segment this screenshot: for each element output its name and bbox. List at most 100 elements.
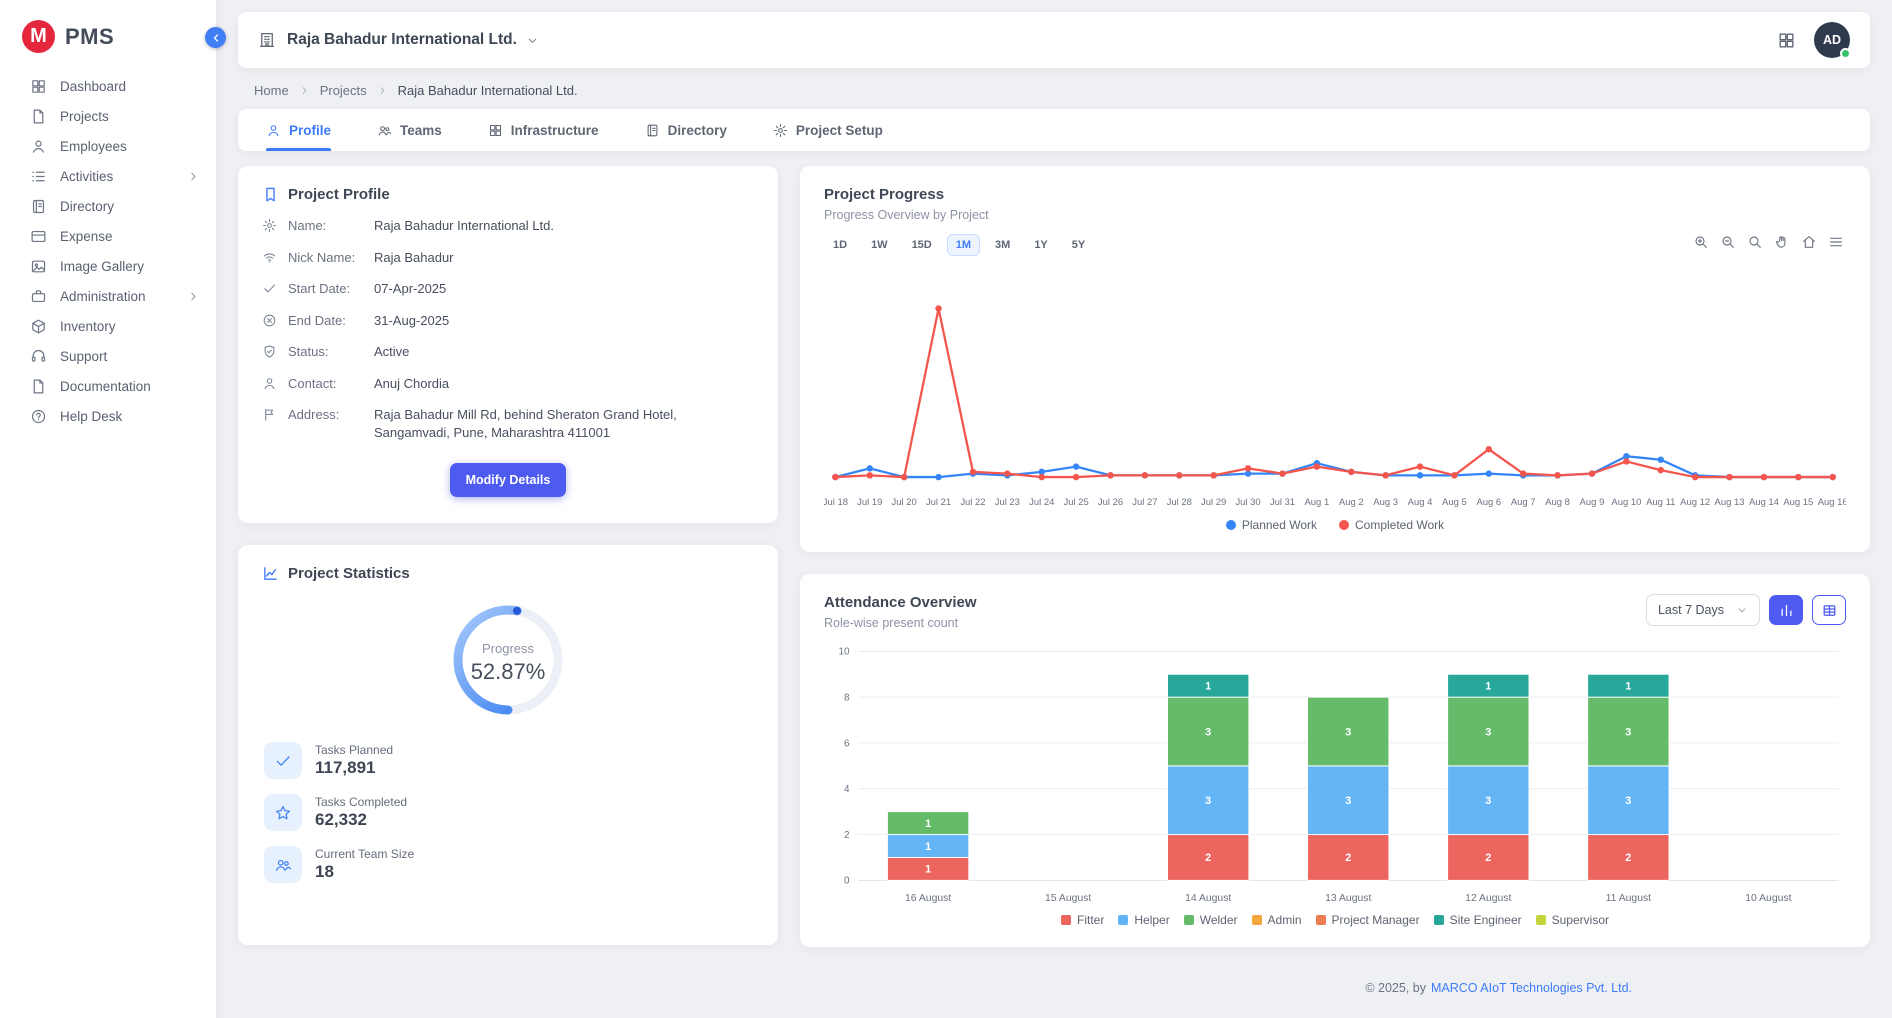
sidebar-item-support[interactable]: Support bbox=[0, 341, 216, 371]
home-icon[interactable] bbox=[1801, 234, 1817, 250]
sidebar-item-projects[interactable]: Projects bbox=[0, 101, 216, 131]
svg-text:Aug 9: Aug 9 bbox=[1580, 497, 1605, 508]
breadcrumb: Home Projects Raja Bahadur International… bbox=[254, 83, 1870, 98]
field-label: Contact: bbox=[288, 375, 374, 393]
project-setup-tab-icon bbox=[773, 123, 788, 138]
online-status-dot bbox=[1840, 48, 1851, 59]
sidebar-collapse-button[interactable] bbox=[205, 27, 226, 48]
svg-text:Aug 10: Aug 10 bbox=[1611, 497, 1641, 508]
sidebar-item-label: Expense bbox=[60, 229, 200, 244]
building-icon bbox=[258, 31, 276, 49]
svg-text:2: 2 bbox=[844, 830, 850, 841]
svg-text:Aug 11: Aug 11 bbox=[1646, 497, 1675, 508]
administration-icon bbox=[30, 288, 47, 305]
svg-text:16 August: 16 August bbox=[905, 894, 951, 905]
legend-item[interactable]: Project Manager bbox=[1316, 913, 1420, 927]
app-grid-icon[interactable] bbox=[1777, 31, 1796, 50]
tab-infrastructure[interactable]: Infrastructure bbox=[488, 109, 599, 151]
zoom-out-icon[interactable] bbox=[1720, 234, 1736, 250]
legend-item[interactable]: Welder bbox=[1184, 913, 1238, 927]
table-view-toggle[interactable] bbox=[1812, 595, 1846, 625]
footer-company-link[interactable]: MARCO AIoT Technologies Pvt. Ltd. bbox=[1431, 981, 1632, 995]
attendance-chart[interactable]: 024681011116 August15 August233114 Augus… bbox=[824, 640, 1846, 909]
gear-icon bbox=[262, 218, 277, 233]
svg-text:1: 1 bbox=[925, 818, 931, 830]
stat-label: Current Team Size bbox=[315, 847, 414, 861]
tab-teams[interactable]: Teams bbox=[377, 109, 442, 151]
range-1y[interactable]: 1Y bbox=[1025, 234, 1056, 256]
sidebar-item-administration[interactable]: Administration bbox=[0, 281, 216, 311]
sidebar-item-image-gallery[interactable]: Image Gallery bbox=[0, 251, 216, 281]
menu-icon[interactable] bbox=[1828, 234, 1844, 250]
field-value: 31-Aug-2025 bbox=[374, 312, 754, 330]
sidebar-nav: Dashboard Projects Employees Activities … bbox=[0, 71, 216, 431]
bar-view-toggle[interactable] bbox=[1769, 595, 1803, 625]
tab-project-setup[interactable]: Project Setup bbox=[773, 109, 883, 151]
pan-icon[interactable] bbox=[1774, 234, 1790, 250]
svg-text:3: 3 bbox=[1625, 727, 1631, 739]
broadcast-icon bbox=[262, 250, 277, 265]
card-title: Attendance Overview bbox=[824, 594, 977, 611]
tab-profile[interactable]: Profile bbox=[266, 109, 331, 151]
selection-zoom-icon[interactable] bbox=[1747, 234, 1763, 250]
stat-value: 62,332 bbox=[315, 810, 407, 830]
svg-text:2: 2 bbox=[1205, 853, 1211, 865]
sidebar-item-help-desk[interactable]: Help Desk bbox=[0, 401, 216, 431]
legend-item[interactable]: Fitter bbox=[1061, 913, 1104, 927]
sidebar-item-directory[interactable]: Directory bbox=[0, 191, 216, 221]
sidebar-item-dashboard[interactable]: Dashboard bbox=[0, 71, 216, 101]
modify-details-button[interactable]: Modify Details bbox=[450, 463, 567, 497]
chevron-down-icon bbox=[1736, 604, 1748, 616]
company-selector[interactable]: Raja Bahadur International Ltd. bbox=[287, 31, 539, 49]
range-3m[interactable]: 3M bbox=[986, 234, 1019, 256]
shield-icon bbox=[262, 344, 277, 359]
svg-text:8: 8 bbox=[844, 693, 850, 704]
legend-item[interactable]: Site Engineer bbox=[1434, 913, 1522, 927]
legend-item[interactable]: Planned Work bbox=[1226, 518, 1317, 532]
legend-label: Supervisor bbox=[1552, 913, 1609, 927]
sidebar-item-label: Administration bbox=[60, 289, 174, 304]
legend-item[interactable]: Completed Work bbox=[1339, 518, 1444, 532]
user-avatar[interactable]: AD bbox=[1814, 22, 1850, 58]
range-5y[interactable]: 5Y bbox=[1063, 234, 1094, 256]
tab-label: Infrastructure bbox=[511, 123, 599, 138]
zoom-in-icon[interactable] bbox=[1693, 234, 1709, 250]
legend-item[interactable]: Supervisor bbox=[1536, 913, 1609, 927]
sidebar-item-employees[interactable]: Employees bbox=[0, 131, 216, 161]
svg-text:Jul 23: Jul 23 bbox=[995, 497, 1020, 508]
range-15d[interactable]: 15D bbox=[903, 234, 941, 256]
card-title: Project Profile bbox=[288, 186, 390, 203]
x-circle-icon bbox=[262, 313, 277, 328]
legend-item[interactable]: Helper bbox=[1118, 913, 1169, 927]
chevron-right-icon bbox=[187, 290, 200, 303]
sidebar-item-label: Directory bbox=[60, 199, 200, 214]
svg-text:Jul 29: Jul 29 bbox=[1201, 497, 1226, 508]
app-logo[interactable]: M PMS bbox=[0, 0, 216, 71]
card-title: Project Progress bbox=[824, 186, 944, 203]
person-icon bbox=[262, 376, 277, 391]
profile-tab-icon bbox=[266, 123, 281, 138]
sidebar-item-inventory[interactable]: Inventory bbox=[0, 311, 216, 341]
range-1w[interactable]: 1W bbox=[862, 234, 897, 256]
svg-text:Jul 21: Jul 21 bbox=[926, 497, 951, 508]
tab-directory[interactable]: Directory bbox=[645, 109, 727, 151]
date-range-select[interactable]: Last 7 Days bbox=[1646, 594, 1760, 626]
project-progress-chart[interactable]: Jul 18Jul 19Jul 20Jul 21Jul 22Jul 23Jul … bbox=[824, 276, 1846, 514]
legend-item[interactable]: Admin bbox=[1252, 913, 1302, 927]
stat-label: Tasks Completed bbox=[315, 795, 407, 809]
breadcrumb-projects[interactable]: Projects bbox=[320, 83, 367, 98]
svg-text:Aug 14: Aug 14 bbox=[1749, 497, 1779, 508]
support-icon bbox=[30, 348, 47, 365]
svg-text:Jul 27: Jul 27 bbox=[1132, 497, 1157, 508]
projects-icon bbox=[30, 108, 47, 125]
people-icon bbox=[274, 856, 292, 874]
range-1d[interactable]: 1D bbox=[824, 234, 856, 256]
check-icon bbox=[262, 281, 277, 296]
range-1m[interactable]: 1M bbox=[947, 234, 980, 256]
sidebar-item-expense[interactable]: Expense bbox=[0, 221, 216, 251]
sidebar-item-documentation[interactable]: Documentation bbox=[0, 371, 216, 401]
svg-text:Aug 1: Aug 1 bbox=[1304, 497, 1329, 508]
inventory-icon bbox=[30, 318, 47, 335]
breadcrumb-home[interactable]: Home bbox=[254, 83, 289, 98]
sidebar-item-activities[interactable]: Activities bbox=[0, 161, 216, 191]
